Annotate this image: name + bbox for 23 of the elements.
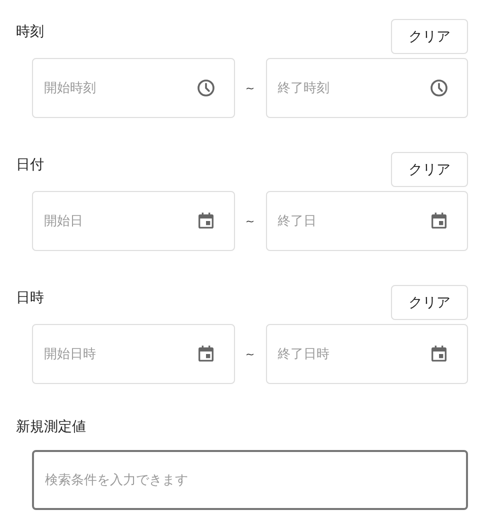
clear-button[interactable]: クリア — [391, 19, 468, 54]
calendar-icon[interactable] — [196, 211, 216, 231]
search-field[interactable]: 検索条件を入力できます — [32, 450, 468, 510]
clear-button[interactable]: クリア — [391, 152, 468, 187]
range-separator: ~ — [244, 82, 256, 94]
end-field[interactable]: 終了時刻 — [266, 58, 468, 118]
calendar-icon[interactable] — [429, 211, 449, 231]
calendar-icon[interactable] — [196, 344, 216, 364]
end-field[interactable]: 終了日時 — [266, 324, 468, 384]
end-field[interactable]: 終了日 — [266, 191, 468, 251]
clock-icon[interactable] — [429, 78, 449, 98]
start-field[interactable]: 開始時刻 — [32, 58, 234, 118]
calendar-icon[interactable] — [429, 344, 449, 364]
clock-icon[interactable] — [196, 78, 216, 98]
range-separator: ~ — [244, 214, 256, 228]
section-label: 日付 — [16, 156, 44, 174]
section-label: 時刻 — [16, 23, 44, 41]
start-field[interactable]: 開始日時 — [32, 324, 234, 384]
range-separator: ~ — [244, 348, 256, 360]
start-field[interactable]: 開始日 — [32, 191, 234, 251]
section-label: 新規測定値 — [16, 418, 87, 436]
clear-button[interactable]: クリア — [391, 285, 468, 320]
section-label: 日時 — [16, 289, 44, 307]
